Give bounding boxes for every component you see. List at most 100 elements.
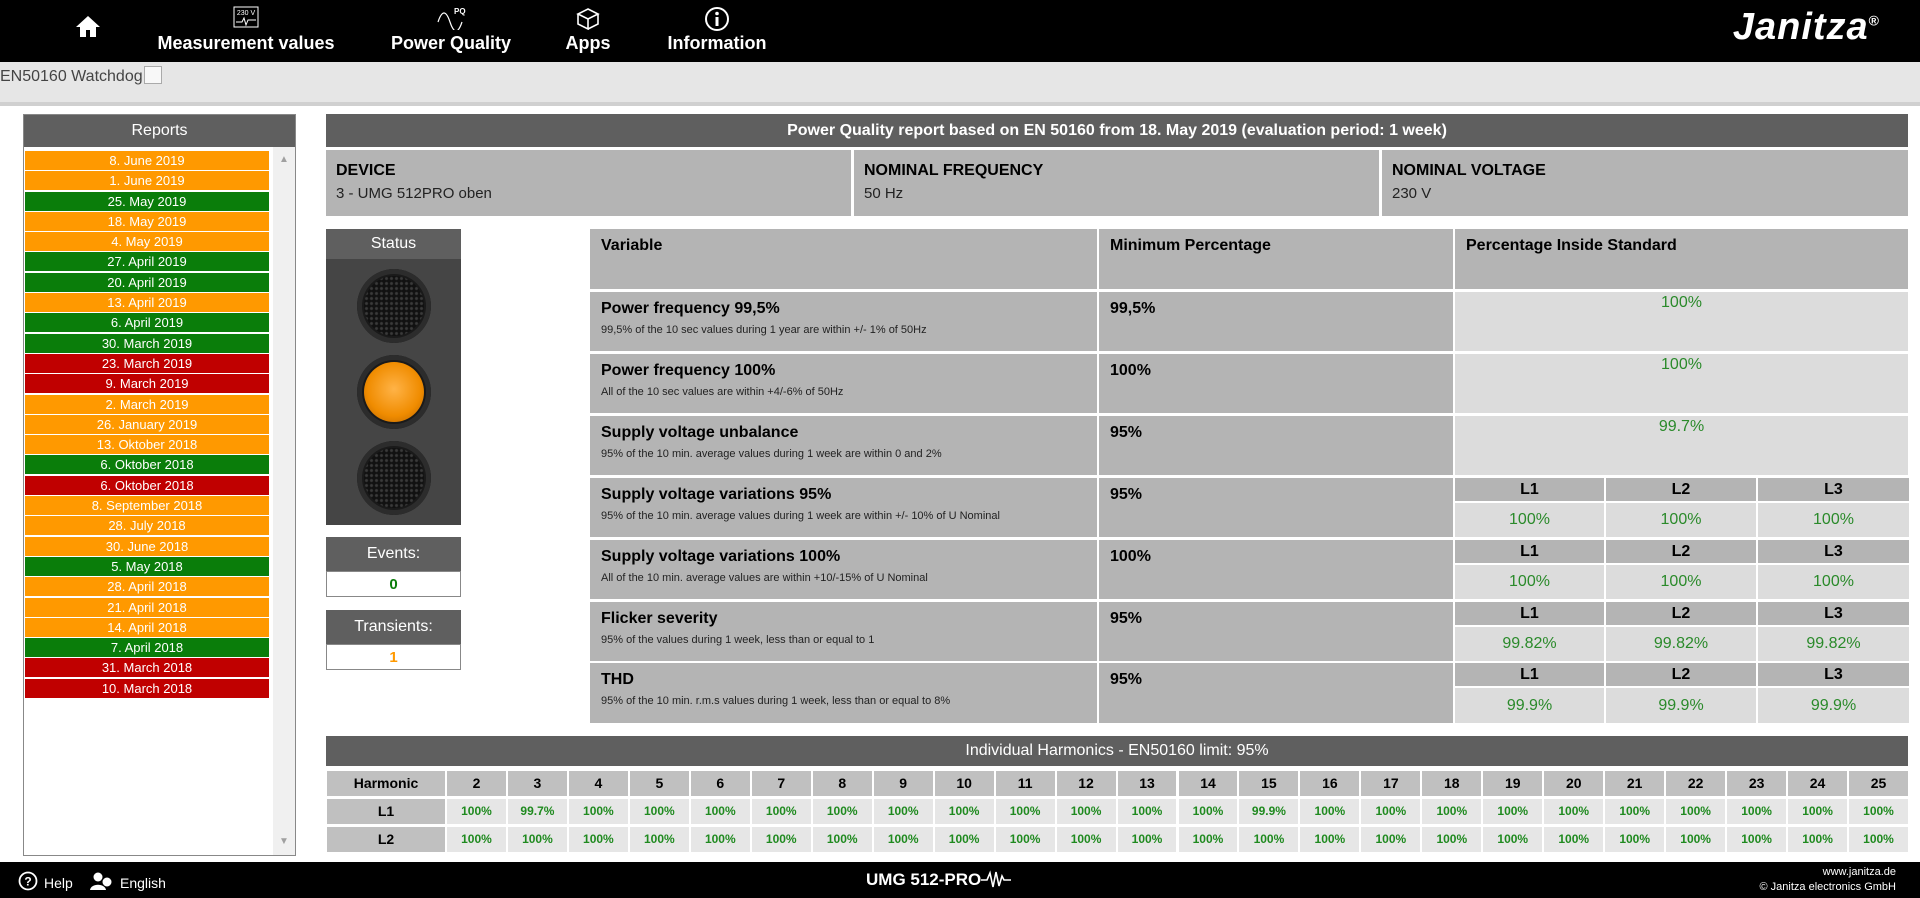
- harmonic-order: 9: [873, 771, 933, 796]
- scroll-down-icon[interactable]: ▼: [273, 833, 295, 851]
- report-item[interactable]: 7. April 2018: [25, 638, 269, 658]
- report-item[interactable]: 1. June 2019: [25, 171, 269, 191]
- nav-home[interactable]: [68, 0, 108, 62]
- report-item[interactable]: 13. Oktober 2018: [25, 435, 269, 455]
- report-item[interactable]: 14. April 2018: [25, 617, 269, 637]
- harmonic-order: 2: [447, 771, 506, 796]
- variable-name: THD: [601, 671, 634, 688]
- report-item[interactable]: 31. March 2018: [25, 658, 269, 678]
- harmonic-value: 100%: [1178, 827, 1238, 852]
- harmonic-order: 20: [1544, 771, 1604, 796]
- nav-measurement-values[interactable]: 230 V Measurement values: [156, 0, 336, 62]
- reports-panel: Reports 8. June 2019 1. June 2019 25. May …: [23, 114, 296, 856]
- report-item[interactable]: 8. June 2019: [25, 151, 269, 170]
- phase-header: L1: [1455, 663, 1604, 686]
- harmonic-value: 100%: [1727, 827, 1787, 852]
- harmonic-value: 100%: [1300, 827, 1360, 852]
- nominal-frequency-label: NOMINAL FREQUENCY: [864, 162, 1044, 179]
- harmonic-order: 11: [995, 771, 1055, 796]
- help-button[interactable]: ? Help: [18, 871, 73, 894]
- variables-header-cell: Minimum Percentage: [1099, 229, 1453, 289]
- harmonic-value: 100%: [1056, 799, 1116, 824]
- report-item[interactable]: 27. April 2019: [25, 252, 269, 272]
- phase-header: L2: [1606, 663, 1756, 686]
- nav-power-quality-label: Power Quality: [390, 33, 512, 53]
- pq-icon-text: PQ: [454, 7, 466, 16]
- phase-value: 99.9%: [1455, 688, 1604, 723]
- home-icon: [75, 14, 101, 43]
- harmonic-order: 3: [507, 771, 567, 796]
- minimum-percentage-cell: 100%: [1099, 540, 1453, 599]
- harmonic-value: 100%: [873, 827, 933, 852]
- report-item[interactable]: 30. March 2019: [25, 333, 269, 353]
- device-label: DEVICE: [336, 162, 396, 179]
- percentage-inside-cell: 100%: [1455, 354, 1908, 413]
- phase-value: 99.82%: [1606, 627, 1756, 661]
- nav-power-quality[interactable]: PQ Power Quality: [388, 0, 514, 62]
- variable-cell: Supply voltage variations 95% 95% of the …: [590, 478, 1097, 537]
- harmonic-value: 100%: [1544, 827, 1604, 852]
- brand-text: Janitza: [1732, 6, 1869, 48]
- harmonic-value: 100%: [995, 799, 1055, 824]
- report-item[interactable]: 10. March 2018: [25, 678, 269, 698]
- phase-value: 100%: [1606, 503, 1756, 537]
- minimum-percentage: 95%: [1110, 424, 1143, 441]
- variable-cell: Power frequency 99,5% 99,5% of the 10 sec…: [590, 292, 1097, 351]
- percentage-inside-cell: 100%: [1455, 292, 1908, 351]
- harmonic-value: 100%: [690, 827, 750, 852]
- harmonic-value: 100%: [873, 799, 933, 824]
- percentage-inside-value: 100%: [1661, 294, 1702, 311]
- report-item[interactable]: 6. April 2019: [25, 313, 269, 333]
- report-item[interactable]: 28. April 2018: [25, 577, 269, 597]
- phase-header: L1: [1455, 602, 1604, 625]
- variable-cell: Supply voltage variations 100% All of the…: [590, 540, 1097, 599]
- harmonic-order: 6: [690, 771, 750, 796]
- nav-information[interactable]: Information: [664, 0, 770, 62]
- report-item[interactable]: 9. March 2019: [25, 374, 269, 394]
- harmonic-value: 100%: [1239, 827, 1299, 852]
- variable-description: 99,5% of the 10 sec values during 1 year…: [601, 324, 927, 336]
- harmonic-order: 19: [1483, 771, 1543, 796]
- harmonic-value: 100%: [1605, 827, 1665, 852]
- language-button[interactable]: English: [90, 871, 166, 894]
- report-item[interactable]: 2. March 2019: [25, 394, 269, 414]
- harmonic-value: 100%: [812, 799, 872, 824]
- harmonic-order: 23: [1727, 771, 1787, 796]
- breadcrumb-bar: EN50160 Watchdog: [0, 62, 1920, 106]
- report-item[interactable]: 28. July 2018: [25, 516, 269, 536]
- report-item[interactable]: 4. May 2019: [25, 232, 269, 252]
- report-item[interactable]: 25. May 2019: [25, 191, 269, 211]
- harmonic-value: 100%: [568, 827, 628, 852]
- minimum-percentage: 100%: [1110, 362, 1151, 379]
- report-item[interactable]: 6. Oktober 2018: [25, 475, 269, 495]
- phase-header: L2: [1606, 478, 1756, 501]
- report-item[interactable]: 5. May 2018: [25, 556, 269, 576]
- report-item[interactable]: 23. March 2019: [25, 353, 269, 373]
- report-item[interactable]: 8. September 2018: [25, 496, 269, 516]
- svg-text:?: ?: [24, 875, 31, 889]
- transients-count: 1: [326, 644, 461, 670]
- report-item[interactable]: 18. May 2019: [25, 211, 269, 231]
- website-link[interactable]: www.janitza.de: [1760, 865, 1896, 880]
- harmonic-value: 100%: [1178, 799, 1238, 824]
- report-item[interactable]: 21. April 2018: [25, 597, 269, 617]
- report-item[interactable]: 30. June 2018: [25, 536, 269, 556]
- device-model-text: UMG 512-PRO: [866, 870, 982, 889]
- reports-scrollbar[interactable]: ▲ ▼: [273, 147, 295, 855]
- janitza-logo: Janitza®: [1733, 6, 1880, 49]
- nominal-frequency-info: NOMINAL FREQUENCY 50 Hz: [854, 150, 1379, 216]
- phase-header: L3: [1758, 663, 1909, 686]
- report-item[interactable]: 13. April 2019: [25, 293, 269, 313]
- breadcrumb-text: EN50160 Watchdog: [0, 68, 143, 85]
- events-label: Events:: [326, 537, 461, 571]
- harmonic-value: 100%: [1666, 827, 1726, 852]
- report-item[interactable]: 6. Oktober 2018: [25, 455, 269, 475]
- scroll-up-icon[interactable]: ▲: [273, 151, 295, 169]
- report-item[interactable]: 20. April 2019: [25, 272, 269, 292]
- language-label: English: [120, 874, 166, 891]
- report-item[interactable]: 26. January 2019: [25, 414, 269, 434]
- minimum-percentage-cell: 100%: [1099, 354, 1453, 413]
- nav-apps[interactable]: Apps: [558, 0, 618, 62]
- nominal-frequency-value: 50 Hz: [864, 185, 904, 202]
- harmonic-value: 100%: [1300, 799, 1360, 824]
